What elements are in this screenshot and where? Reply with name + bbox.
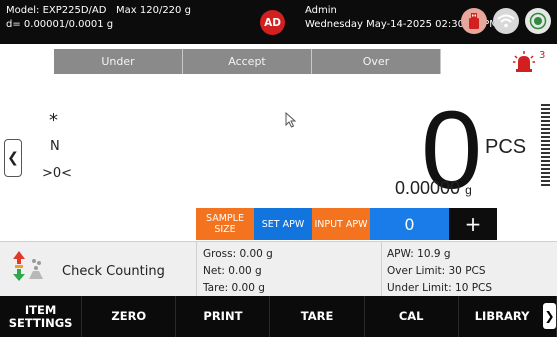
mode-label: Check Counting — [62, 264, 165, 279]
info-divider — [381, 242, 382, 297]
function-bar: ITEM SETTINGS ZERO PRINT TARE CAL LIBRAR… — [0, 296, 557, 337]
model-name: Model: EXP225D/AD — [6, 5, 107, 16]
net-weight: Net: 0.00 g — [203, 265, 262, 277]
capacity-bargraph — [541, 104, 550, 186]
avatar[interactable]: AD — [260, 10, 285, 35]
usb-icon[interactable] — [461, 8, 487, 34]
tolerance-bar: Under Accept Over — [54, 49, 441, 74]
limits-summary: APW: 10.9 g Over Limit: 30 PCS Under Lim… — [387, 246, 492, 297]
over-indicator: Over — [312, 49, 441, 74]
zero-indicator: >0< — [42, 166, 73, 181]
status-icons — [461, 8, 551, 34]
tare-weight: Tare: 0.00 g — [203, 282, 265, 294]
net-indicator: N — [50, 139, 60, 154]
more-functions-button[interactable]: ❯ — [543, 303, 556, 329]
alarm-count: 3 — [539, 50, 546, 61]
sample-size-button[interactable]: SAMPLE SIZE — [196, 208, 254, 240]
stable-indicator: * — [49, 110, 58, 131]
over-limit: Over Limit: 30 PCS — [387, 265, 486, 277]
weight-summary: Gross: 0.00 g Net: 0.00 g Tare: 0.00 g — [203, 246, 273, 297]
record-icon[interactable] — [525, 8, 551, 34]
info-divider — [196, 242, 197, 297]
cal-button[interactable]: CAL — [365, 296, 459, 337]
wifi-icon[interactable] — [493, 8, 519, 34]
info-panel: Check Counting Gross: 0.00 g Net: 0.00 g… — [0, 241, 557, 297]
alarm-icon[interactable] — [513, 51, 535, 73]
apw-display: 0.00000 g — [395, 178, 472, 199]
input-apw-button[interactable]: INPUT APW — [312, 208, 370, 240]
chevron-right-icon: ❯ — [544, 309, 555, 323]
tare-button[interactable]: TARE — [270, 296, 365, 337]
weight-display-unit: PCS — [485, 136, 527, 158]
side-panel-toggle[interactable]: ❮ — [4, 139, 22, 177]
mouse-cursor-icon — [285, 112, 297, 128]
division: d= 0.00001/0.0001 g — [6, 19, 114, 30]
apw-value: APW: 10.9 g — [387, 248, 451, 260]
item-settings-button[interactable]: ITEM SETTINGS — [0, 296, 83, 337]
under-limit: Under Limit: 10 PCS — [387, 282, 493, 294]
zero-button[interactable]: ZERO — [82, 296, 177, 337]
chevron-left-icon: ❮ — [7, 150, 19, 166]
max-capacity: Max 120/220 g — [116, 5, 191, 16]
set-apw-button[interactable]: SET APW — [254, 208, 312, 240]
under-indicator: Under — [54, 49, 183, 74]
apw-display-unit: g — [465, 183, 472, 197]
scale-model-info: Model: EXP225D/AD Max 120/220 g d= 0.000… — [6, 4, 191, 32]
sample-count-field[interactable]: 0 — [370, 208, 449, 240]
accept-indicator: Accept — [183, 49, 312, 74]
print-button[interactable]: PRINT — [176, 296, 271, 337]
top-status-bar: Model: EXP225D/AD Max 120/220 g d= 0.000… — [0, 0, 557, 44]
add-button[interactable]: + — [449, 208, 497, 240]
action-buttons: SAMPLE SIZE SET APW INPUT APW 0 + — [196, 208, 497, 240]
user-name: Admin — [305, 5, 337, 16]
check-counting-icon — [13, 251, 43, 281]
gross-weight: Gross: 0.00 g — [203, 248, 273, 260]
apw-display-value: 0.00000 — [395, 178, 461, 198]
